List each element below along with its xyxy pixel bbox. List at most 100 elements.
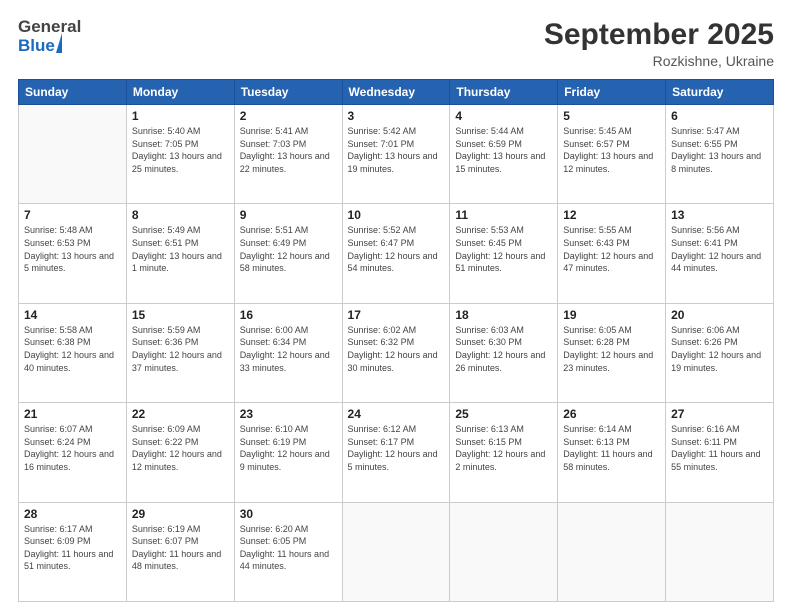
table-row: 4 Sunrise: 5:44 AM Sunset: 6:59 PM Daylig…: [450, 105, 558, 204]
day-detail: Sunrise: 5:53 AM Sunset: 6:45 PM Dayligh…: [455, 224, 552, 274]
table-row: [558, 502, 666, 601]
day-detail: Sunrise: 6:00 AM Sunset: 6:34 PM Dayligh…: [240, 324, 337, 374]
logo-text: General Blue: [18, 18, 81, 55]
month-title: September 2025: [544, 18, 774, 51]
col-thursday: Thursday: [450, 80, 558, 105]
day-number: 7: [24, 208, 121, 222]
table-row: 9 Sunrise: 5:51 AM Sunset: 6:49 PM Daylig…: [234, 204, 342, 303]
table-row: 13Sunrise: 5:56 AM Sunset: 6:41 PM Dayli…: [666, 204, 774, 303]
table-row: 23Sunrise: 6:10 AM Sunset: 6:19 PM Dayli…: [234, 403, 342, 502]
table-row: 19Sunrise: 6:05 AM Sunset: 6:28 PM Dayli…: [558, 303, 666, 402]
col-monday: Monday: [126, 80, 234, 105]
day-detail: Sunrise: 6:12 AM Sunset: 6:17 PM Dayligh…: [348, 423, 445, 473]
table-row: 6 Sunrise: 5:47 AM Sunset: 6:55 PM Daylig…: [666, 105, 774, 204]
table-row: 18Sunrise: 6:03 AM Sunset: 6:30 PM Dayli…: [450, 303, 558, 402]
day-number: 22: [132, 407, 229, 421]
table-row: 22 Sunrise: 6:09 AM Sunset: 6:22 PM Dayli…: [126, 403, 234, 502]
day-detail: Sunrise: 5:42 AM Sunset: 7:01 PM Dayligh…: [348, 125, 445, 175]
table-row: 2 Sunrise: 5:41 AM Sunset: 7:03 PM Daylig…: [234, 105, 342, 204]
table-row: 1 Sunrise: 5:40 AM Sunset: 7:05 PM Daylig…: [126, 105, 234, 204]
day-detail: Sunrise: 5:44 AM Sunset: 6:59 PM Dayligh…: [455, 125, 552, 175]
table-row: 15 Sunrise: 5:59 AM Sunset: 6:36 PM Dayli…: [126, 303, 234, 402]
table-row: 28 Sunrise: 6:17 AM Sunset: 6:09 PM Dayli…: [19, 502, 127, 601]
table-row: 11 Sunrise: 5:53 AM Sunset: 6:45 PM Dayli…: [450, 204, 558, 303]
day-number: 9: [240, 208, 337, 222]
day-number: 13: [671, 208, 768, 222]
day-number: 12: [563, 208, 660, 222]
table-row: [19, 105, 127, 204]
table-row: [342, 502, 450, 601]
day-detail: Sunrise: 5:58 AM Sunset: 6:38 PM Dayligh…: [24, 324, 121, 374]
day-detail: Sunrise: 6:09 AM Sunset: 6:22 PM Dayligh…: [132, 423, 229, 473]
table-row: 8 Sunrise: 5:49 AM Sunset: 6:51 PM Daylig…: [126, 204, 234, 303]
day-detail: Sunrise: 6:06 AM Sunset: 6:26 PM Dayligh…: [671, 324, 768, 374]
day-detail: Sunrise: 6:17 AM Sunset: 6:09 PM Dayligh…: [24, 523, 121, 573]
table-row: 3 Sunrise: 5:42 AM Sunset: 7:01 PM Daylig…: [342, 105, 450, 204]
day-number: 20: [671, 308, 768, 322]
calendar-week-row: 21 Sunrise: 6:07 AM Sunset: 6:24 PM Dayli…: [19, 403, 774, 502]
logo-blue: Blue: [18, 37, 55, 54]
day-detail: Sunrise: 6:14 AM Sunset: 6:13 PM Dayligh…: [563, 423, 660, 473]
day-detail: Sunrise: 6:20 AM Sunset: 6:05 PM Dayligh…: [240, 523, 337, 573]
day-number: 2: [240, 109, 337, 123]
table-row: 30Sunrise: 6:20 AM Sunset: 6:05 PM Dayli…: [234, 502, 342, 601]
location: Rozkishne, Ukraine: [544, 53, 774, 69]
day-detail: Sunrise: 5:49 AM Sunset: 6:51 PM Dayligh…: [132, 224, 229, 274]
table-row: 5 Sunrise: 5:45 AM Sunset: 6:57 PM Daylig…: [558, 105, 666, 204]
day-detail: Sunrise: 5:41 AM Sunset: 7:03 PM Dayligh…: [240, 125, 337, 175]
col-tuesday: Tuesday: [234, 80, 342, 105]
table-row: 10Sunrise: 5:52 AM Sunset: 6:47 PM Dayli…: [342, 204, 450, 303]
table-row: 16 Sunrise: 6:00 AM Sunset: 6:34 PM Dayli…: [234, 303, 342, 402]
day-number: 6: [671, 109, 768, 123]
col-saturday: Saturday: [666, 80, 774, 105]
table-row: 27Sunrise: 6:16 AM Sunset: 6:11 PM Dayli…: [666, 403, 774, 502]
day-detail: Sunrise: 5:55 AM Sunset: 6:43 PM Dayligh…: [563, 224, 660, 274]
day-number: 1: [132, 109, 229, 123]
day-number: 26: [563, 407, 660, 421]
day-detail: Sunrise: 5:47 AM Sunset: 6:55 PM Dayligh…: [671, 125, 768, 175]
table-row: 26 Sunrise: 6:14 AM Sunset: 6:13 PM Dayli…: [558, 403, 666, 502]
day-number: 4: [455, 109, 552, 123]
day-detail: Sunrise: 5:40 AM Sunset: 7:05 PM Dayligh…: [132, 125, 229, 175]
day-number: 8: [132, 208, 229, 222]
header: General Blue September 2025 Rozkishne, U…: [18, 18, 774, 69]
day-number: 24: [348, 407, 445, 421]
col-sunday: Sunday: [19, 80, 127, 105]
calendar-header-row: Sunday Monday Tuesday Wednesday Thursday…: [19, 80, 774, 105]
day-number: 5: [563, 109, 660, 123]
day-number: 3: [348, 109, 445, 123]
day-number: 16: [240, 308, 337, 322]
day-number: 21: [24, 407, 121, 421]
day-detail: Sunrise: 6:19 AM Sunset: 6:07 PM Dayligh…: [132, 523, 229, 573]
calendar-table: Sunday Monday Tuesday Wednesday Thursday…: [18, 79, 774, 602]
table-row: 14 Sunrise: 5:58 AM Sunset: 6:38 PM Dayli…: [19, 303, 127, 402]
day-detail: Sunrise: 6:07 AM Sunset: 6:24 PM Dayligh…: [24, 423, 121, 473]
day-detail: Sunrise: 5:45 AM Sunset: 6:57 PM Dayligh…: [563, 125, 660, 175]
day-number: 29: [132, 507, 229, 521]
day-number: 28: [24, 507, 121, 521]
day-number: 17: [348, 308, 445, 322]
table-row: 17 Sunrise: 6:02 AM Sunset: 6:32 PM Dayli…: [342, 303, 450, 402]
table-row: [450, 502, 558, 601]
day-number: 23: [240, 407, 337, 421]
day-number: 19: [563, 308, 660, 322]
day-number: 15: [132, 308, 229, 322]
day-detail: Sunrise: 5:51 AM Sunset: 6:49 PM Dayligh…: [240, 224, 337, 274]
logo-triangle-icon: [56, 33, 62, 53]
table-row: 20 Sunrise: 6:06 AM Sunset: 6:26 PM Dayli…: [666, 303, 774, 402]
col-friday: Friday: [558, 80, 666, 105]
day-detail: Sunrise: 5:59 AM Sunset: 6:36 PM Dayligh…: [132, 324, 229, 374]
table-row: 29 Sunrise: 6:19 AM Sunset: 6:07 PM Dayli…: [126, 502, 234, 601]
day-detail: Sunrise: 6:02 AM Sunset: 6:32 PM Dayligh…: [348, 324, 445, 374]
table-row: 21 Sunrise: 6:07 AM Sunset: 6:24 PM Dayli…: [19, 403, 127, 502]
col-wednesday: Wednesday: [342, 80, 450, 105]
day-detail: Sunrise: 6:03 AM Sunset: 6:30 PM Dayligh…: [455, 324, 552, 374]
day-number: 14: [24, 308, 121, 322]
day-number: 11: [455, 208, 552, 222]
day-detail: Sunrise: 5:52 AM Sunset: 6:47 PM Dayligh…: [348, 224, 445, 274]
table-row: 25Sunrise: 6:13 AM Sunset: 6:15 PM Dayli…: [450, 403, 558, 502]
day-detail: Sunrise: 5:48 AM Sunset: 6:53 PM Dayligh…: [24, 224, 121, 274]
day-detail: Sunrise: 6:16 AM Sunset: 6:11 PM Dayligh…: [671, 423, 768, 473]
logo-general: General: [18, 18, 81, 35]
table-row: 7 Sunrise: 5:48 AM Sunset: 6:53 PM Daylig…: [19, 204, 127, 303]
